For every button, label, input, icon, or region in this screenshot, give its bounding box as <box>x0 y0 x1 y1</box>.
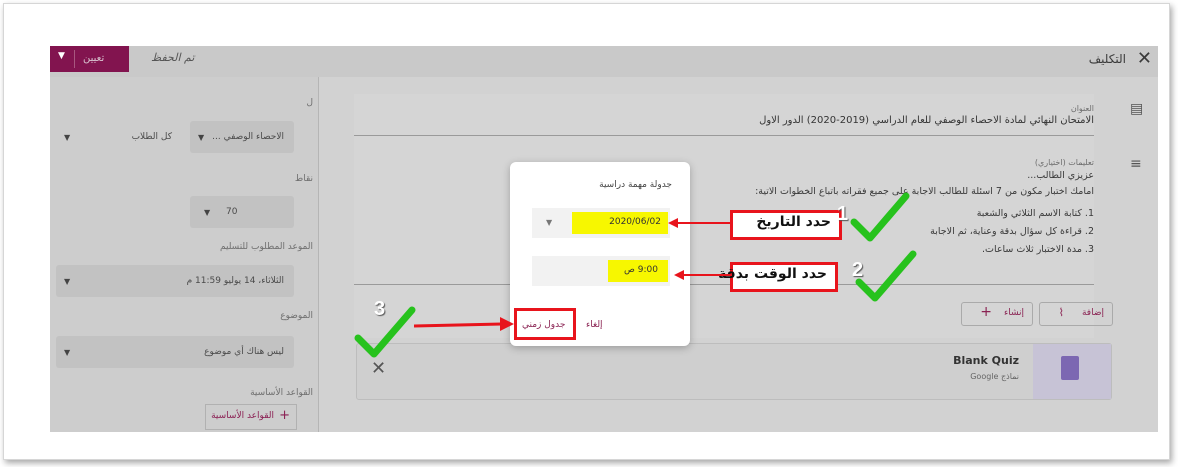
date-value: 2020/06/02 <box>609 217 661 227</box>
button-separator <box>74 50 75 68</box>
forms-icon <box>1061 356 1079 380</box>
instructions-line: امامك اختبار مكون من 7 اسئلة للطالب الاج… <box>755 186 1094 197</box>
check-mark-icon <box>855 250 917 302</box>
time-picker[interactable]: 9:00 ص <box>532 256 670 286</box>
close-icon[interactable]: ✕ <box>1137 48 1152 69</box>
page-title: التكليف <box>1088 52 1126 66</box>
topic-select[interactable]: ▼ ليس هناك أي موضوع <box>56 336 294 368</box>
date-highlight: 2020/06/02 <box>572 212 668 234</box>
assign-button[interactable]: ▼ تعيين <box>50 46 129 72</box>
create-button[interactable]: إنشاء + <box>961 302 1033 326</box>
chevron-down-icon: ▼ <box>198 133 205 142</box>
students-select[interactable]: ▼ كل الطلاب <box>56 121 182 153</box>
schedule-button[interactable]: جدول زمني <box>522 320 565 330</box>
instructions-line: 2. قراءة كل سؤال بدقة وعناية، ثم الاجابة <box>930 226 1094 237</box>
plus-icon: + <box>980 304 992 320</box>
for-label: ل <box>306 98 313 108</box>
title-input[interactable]: الامتحان النهائي لمادة الاحصاء الوصفي لل… <box>759 115 1094 126</box>
chevron-down-icon: ▼ <box>64 277 71 286</box>
saved-status: تم الحفظ <box>151 51 195 64</box>
add-attachment-button[interactable]: إضافة ⌇ <box>1039 302 1113 326</box>
cancel-button[interactable]: إلغاء <box>586 320 603 330</box>
arrow-icon <box>414 317 514 331</box>
instructions-line: 1. كتابة الاسم الثلاثي والشعبة <box>976 208 1094 219</box>
screenshot-frame: ▼ تعيين تم الحفظ التكليف ✕ ل ▼ الاحصاء ا… <box>3 3 1170 460</box>
due-label: الموعد المطلوب للتسليم <box>220 242 313 252</box>
chevron-down-icon: ▼ <box>64 133 71 142</box>
step1-number: 1 <box>837 203 849 225</box>
assign-button-label: تعيين <box>83 53 105 64</box>
instructions-label: تعليمات (اختياري) <box>1034 158 1094 167</box>
lines-icon: ≡ <box>1130 156 1142 172</box>
quiz-title: Blank Quiz <box>953 354 1019 367</box>
title-label: العنوان <box>1070 104 1094 113</box>
chevron-down-icon[interactable]: ▼ <box>546 218 552 227</box>
instructions-line: 3. مدة الاختبار ثلاث ساعات. <box>982 244 1094 255</box>
time-highlight: 9:00 ص <box>608 260 668 282</box>
classroom-window: ▼ تعيين تم الحفظ التكليف ✕ ل ▼ الاحصاء ا… <box>50 46 1158 432</box>
arrow-icon <box>668 218 732 228</box>
topic-label: الموضوع <box>280 311 313 321</box>
chevron-down-icon: ▼ <box>64 348 71 357</box>
arrow-icon <box>674 270 732 280</box>
date-picker[interactable]: ▼ 2020/06/02 <box>532 208 670 238</box>
instructions-underline <box>354 284 1094 285</box>
step1-callout: حدد التاريخ <box>730 210 842 240</box>
top-bar: ▼ تعيين تم الحفظ التكليف ✕ <box>50 46 1158 77</box>
check-mark-icon <box>354 306 416 358</box>
quiz-attachment[interactable]: ✕ Blank Quiz نماذج Google <box>356 343 1112 400</box>
schedule-dialog: جدولة مهمة دراسية ▼ 2020/06/02 9:00 ص إل… <box>510 162 690 346</box>
panel-divider <box>318 77 319 432</box>
instructions-line: عزيزي الطالب... <box>1027 170 1094 181</box>
clipboard-icon: ▤ <box>1130 101 1144 117</box>
class-select[interactable]: ▼ الاحصاء الوصفي ... <box>190 121 294 153</box>
close-icon[interactable]: ✕ <box>371 358 386 379</box>
time-value: 9:00 ص <box>624 265 658 275</box>
quiz-thumbnail <box>1033 344 1111 399</box>
plus-icon: + <box>279 408 290 423</box>
dialog-title: جدولة مهمة دراسية <box>599 180 672 190</box>
quiz-subtitle: نماذج Google <box>970 372 1019 381</box>
paperclip-icon: ⌇ <box>1058 306 1064 319</box>
points-select[interactable]: ▼ 70 <box>190 196 294 228</box>
due-select[interactable]: ▼ الثلاثاء، 14 يوليو 11:59 م <box>56 265 294 297</box>
title-underline <box>354 135 1094 136</box>
add-rubric-button[interactable]: + القواعد الأساسية <box>205 404 297 430</box>
chevron-down-icon[interactable]: ▼ <box>58 51 65 61</box>
points-label: نقاط <box>294 174 313 184</box>
chevron-down-icon: ▼ <box>204 208 211 217</box>
step2-callout: حدد الوقت بدقة <box>718 262 838 292</box>
rubric-label: القواعد الأساسية <box>250 388 313 398</box>
check-mark-icon <box>850 192 910 242</box>
